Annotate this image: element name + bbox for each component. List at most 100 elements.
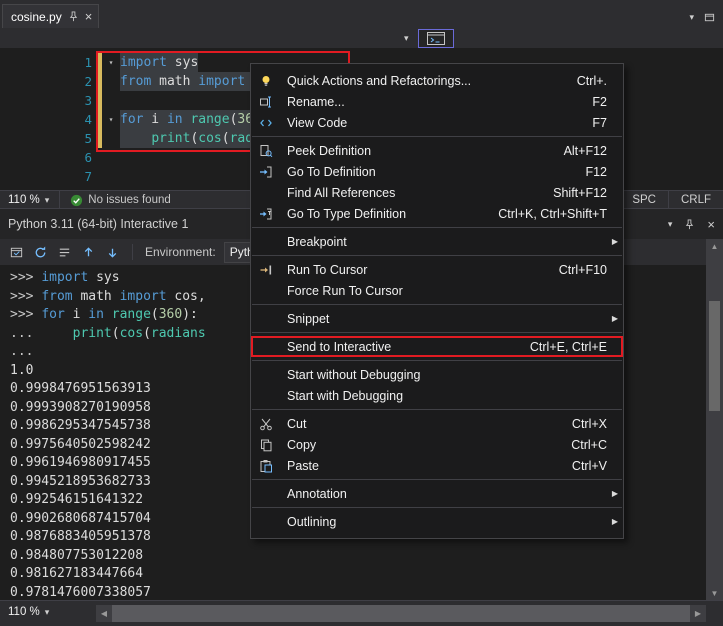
close-icon[interactable]: × bbox=[85, 10, 93, 23]
scroll-up-icon[interactable]: ▲ bbox=[706, 239, 723, 254]
menu-item-shortcut: Ctrl+E, Ctrl+E bbox=[510, 340, 607, 354]
line-number: 4 bbox=[0, 110, 92, 129]
code-token: sys bbox=[88, 270, 119, 285]
code-token: i bbox=[65, 307, 88, 322]
menu-separator bbox=[252, 479, 622, 480]
panel-controls: ▾ × bbox=[668, 218, 715, 231]
menu-item-rename[interactable]: Rename...F2 bbox=[251, 91, 623, 112]
line-number: 6 bbox=[0, 148, 92, 167]
vertical-scrollbar[interactable]: ▲ ▼ bbox=[706, 239, 723, 601]
zoom-value: 110 % bbox=[8, 606, 40, 618]
menu-item-start-without-debugging[interactable]: Start without Debugging bbox=[251, 364, 623, 385]
interactive-window-button[interactable] bbox=[418, 29, 454, 48]
menu-item-breakpoint[interactable]: Breakpoint▶ bbox=[251, 231, 623, 252]
history-next-icon[interactable] bbox=[104, 244, 120, 260]
code-token: print bbox=[73, 326, 112, 341]
rename-icon bbox=[253, 94, 279, 110]
pin-icon[interactable] bbox=[68, 11, 79, 22]
menu-item-peek-definition[interactable]: Peek DefinitionAlt+F12 bbox=[251, 140, 623, 161]
menu-item-outlining[interactable]: Outlining▶ bbox=[251, 511, 623, 532]
menu-separator bbox=[252, 136, 622, 137]
issues-indicator[interactable]: No issues found bbox=[60, 194, 170, 207]
active-files-dropdown-icon[interactable]: ▾ bbox=[689, 13, 694, 22]
reset-interactive-icon[interactable] bbox=[8, 244, 24, 260]
interactive-line: 0.9781476007338057 bbox=[10, 584, 706, 602]
code-token: 0.984807753012208 bbox=[10, 548, 143, 563]
menu-item-cut[interactable]: CutCtrl+X bbox=[251, 413, 623, 434]
code-token: >>> bbox=[10, 270, 41, 285]
line-number-gutter: 1234567 bbox=[0, 53, 92, 186]
menu-item-snippet[interactable]: Snippet ▶ bbox=[251, 308, 623, 329]
menu-item-go-to-type-definition[interactable]: Go To Type DefinitionCtrl+K, Ctrl+Shift+… bbox=[251, 203, 623, 224]
menu-item-start-with-debugging[interactable]: Start with Debugging bbox=[251, 385, 623, 406]
interactive-zoom-control[interactable]: 110 % ▾ bbox=[8, 606, 49, 618]
menu-item-shortcut: Ctrl+K, Ctrl+Shift+T bbox=[478, 207, 607, 221]
code-token: radians bbox=[151, 326, 206, 341]
menu-item-icon-empty bbox=[253, 388, 279, 404]
menu-item-icon-empty bbox=[253, 486, 279, 502]
toolbar-separator bbox=[132, 244, 133, 260]
scrollbar-thumb[interactable] bbox=[709, 301, 720, 411]
menu-item-label: View Code bbox=[279, 116, 572, 130]
menu-item-shortcut: F12 bbox=[565, 165, 607, 179]
scroll-left-icon[interactable]: ◀ bbox=[96, 605, 112, 622]
menu-item-label: Go To Type Definition bbox=[279, 207, 478, 221]
menu-separator bbox=[252, 255, 622, 256]
line-number: 2 bbox=[0, 72, 92, 91]
line-ending-indicator[interactable]: CRLF bbox=[668, 191, 723, 209]
editor-zoom-control[interactable]: 110 % ▾ bbox=[0, 191, 60, 209]
menu-item-quick-actions-and-refactorings[interactable]: Quick Actions and Refactorings...Ctrl+. bbox=[251, 70, 623, 91]
menu-item-icon-empty bbox=[253, 311, 279, 327]
menu-item-copy[interactable]: CopyCtrl+C bbox=[251, 434, 623, 455]
menu-item-send-to-interactive[interactable]: Send to InteractiveCtrl+E, Ctrl+E bbox=[251, 336, 623, 357]
change-bar bbox=[98, 167, 102, 186]
tab-cosine-py[interactable]: cosine.py × bbox=[2, 4, 99, 28]
menu-separator bbox=[252, 332, 622, 333]
code-token: cos bbox=[120, 326, 143, 341]
scrollbar-thumb[interactable] bbox=[112, 605, 690, 622]
menu-item-view-code[interactable]: View CodeF7 bbox=[251, 112, 623, 133]
menu-item-force-run-to-cursor[interactable]: Force Run To Cursor bbox=[251, 280, 623, 301]
scroll-right-icon[interactable]: ▶ bbox=[690, 605, 706, 622]
menu-item-icon-empty bbox=[253, 234, 279, 250]
menu-item-label: Run To Cursor bbox=[279, 263, 539, 277]
window-layout-icon[interactable] bbox=[704, 12, 715, 23]
menu-item-label: Start without Debugging bbox=[279, 368, 587, 382]
code-token: ( bbox=[151, 307, 159, 322]
interactive-status-bar: 110 % ▾ ◀ ▶ bbox=[0, 600, 723, 626]
refresh-icon[interactable] bbox=[32, 244, 48, 260]
code-token: math bbox=[73, 289, 120, 304]
fold-spacer bbox=[104, 167, 118, 186]
menu-separator bbox=[252, 507, 622, 508]
dropdown-caret-icon[interactable]: ▾ bbox=[404, 34, 409, 43]
menu-item-annotation[interactable]: Annotation▶ bbox=[251, 483, 623, 504]
code-token: in bbox=[88, 307, 104, 322]
paste-icon bbox=[253, 458, 279, 474]
menu-item-paste[interactable]: PasteCtrl+V bbox=[251, 455, 623, 476]
code-token: range bbox=[112, 307, 151, 322]
run-to-cursor-icon bbox=[253, 262, 279, 278]
code-token: ... bbox=[10, 326, 41, 341]
menu-item-label: Peek Definition bbox=[279, 144, 544, 158]
menu-item-label: Snippet bbox=[279, 312, 587, 326]
submenu-arrow-icon: ▶ bbox=[607, 489, 623, 498]
horizontal-scrollbar[interactable]: ◀ ▶ bbox=[96, 605, 706, 622]
pin-icon[interactable] bbox=[684, 219, 695, 230]
menu-item-shortcut: Ctrl+. bbox=[557, 74, 607, 88]
menu-item-run-to-cursor[interactable]: Run To CursorCtrl+F10 bbox=[251, 259, 623, 280]
window-position-icon[interactable]: ▾ bbox=[668, 220, 673, 229]
submenu-arrow-icon: ▶ bbox=[607, 314, 623, 323]
menu-item-label: Send to Interactive bbox=[279, 340, 510, 354]
menu-item-label: Breakpoint bbox=[279, 235, 587, 249]
editor-context-menu: Quick Actions and Refactorings...Ctrl+.R… bbox=[250, 63, 624, 539]
menu-item-go-to-definition[interactable]: Go To DefinitionF12 bbox=[251, 161, 623, 182]
scroll-down-icon[interactable]: ▼ bbox=[706, 586, 723, 601]
indent-indicator[interactable]: SPC bbox=[619, 191, 668, 209]
menu-item-find-all-references[interactable]: Find All ReferencesShift+F12 bbox=[251, 182, 623, 203]
close-icon[interactable]: × bbox=[707, 218, 715, 231]
menu-item-label: Paste bbox=[279, 459, 552, 473]
clear-screen-icon[interactable] bbox=[56, 244, 72, 260]
code-token: 0.9781476007338057 bbox=[10, 585, 151, 600]
menu-item-shortcut: Ctrl+X bbox=[552, 417, 607, 431]
history-previous-icon[interactable] bbox=[80, 244, 96, 260]
